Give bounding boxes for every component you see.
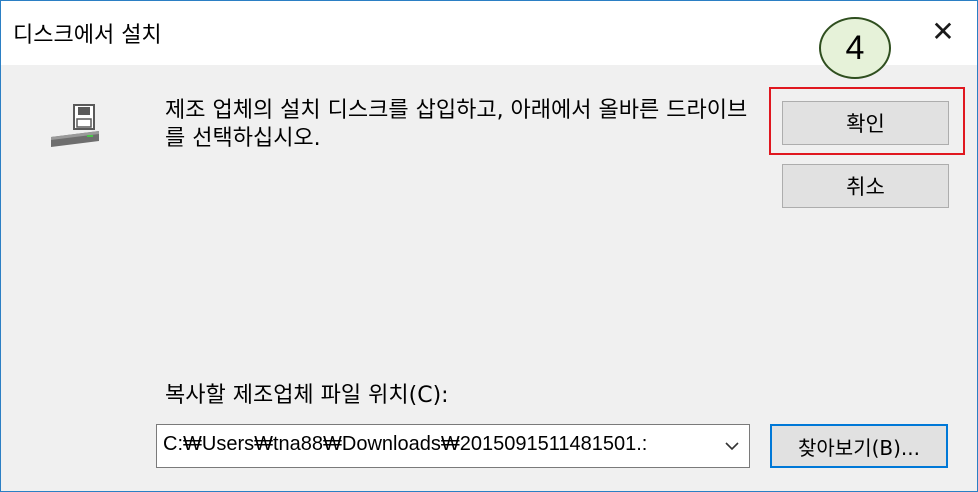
browse-button[interactable]: 찾아보기(B)...: [770, 424, 948, 468]
step-number-badge: 4: [819, 17, 891, 79]
path-label: 복사할 제조업체 파일 위치(C):: [165, 383, 449, 408]
ok-button[interactable]: 확인: [782, 101, 949, 145]
chevron-down-icon[interactable]: [721, 435, 743, 457]
manufacturer-path-combobox[interactable]: C:₩Users₩tna88₩Downloads₩201509151148150…: [156, 424, 750, 468]
path-input-value[interactable]: C:₩Users₩tna88₩Downloads₩201509151148150…: [163, 433, 713, 456]
close-button[interactable]: ✕: [921, 11, 965, 51]
close-icon: ✕: [931, 14, 955, 48]
instruction-message: 제조 업체의 설치 디스크를 삽입하고, 아래에서 올바른 드라이브를 선택하십…: [165, 98, 748, 151]
cancel-button[interactable]: 취소: [782, 164, 949, 208]
window-title: 디스크에서 설치: [13, 23, 162, 48]
install-from-disk-dialog: 디스크에서 설치 ✕ 4 제조 업체의 설치 디스크를 삽입하고, 아래에서 올…: [0, 0, 978, 492]
floppy-drive-icon: [47, 101, 103, 157]
